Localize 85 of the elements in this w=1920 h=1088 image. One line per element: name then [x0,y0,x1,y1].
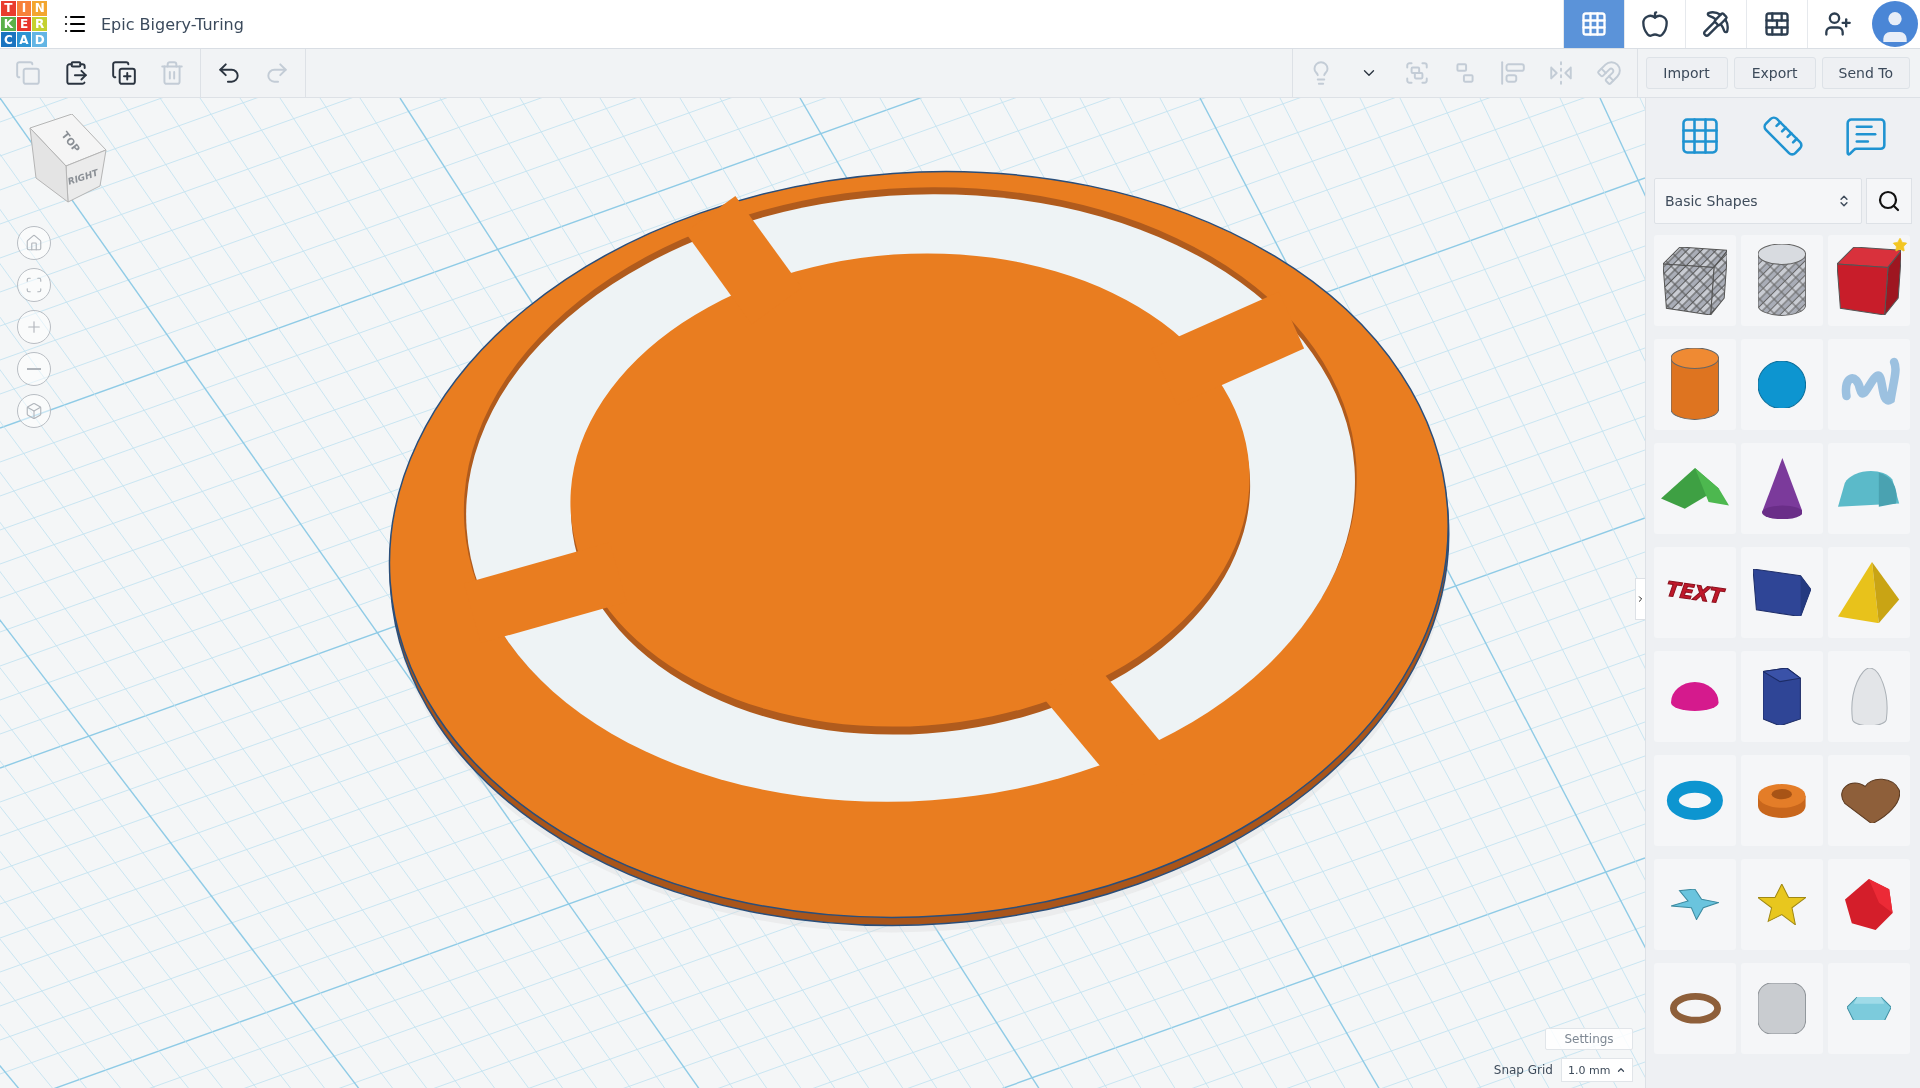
zoom-in-button[interactable] [17,310,51,344]
shape-tile[interactable] [1741,235,1823,326]
shape-tile[interactable] [1654,443,1736,534]
grid-icon [1580,10,1608,38]
shape-tile[interactable] [1654,755,1736,846]
shape-tile[interactable] [1741,547,1823,638]
shape-tile[interactable] [1828,651,1910,742]
hexagonal-prism-icon [1763,667,1801,726]
search-icon [1877,189,1901,213]
ruler-icon [1761,114,1805,158]
prism-icon [1753,568,1811,617]
undo-icon [216,60,242,86]
group-icon [1403,60,1430,86]
add-user-icon [1824,10,1852,38]
shape-tile[interactable] [1828,547,1910,638]
align-icon [1499,60,1526,86]
torus-icon [1666,780,1724,821]
collapse-panel-button[interactable] [1635,578,1645,620]
shape-tile[interactable] [1654,859,1736,950]
text-shape-icon: TEXT [1654,568,1736,617]
tube-icon [1758,783,1806,818]
trash-icon [159,60,185,86]
hole-box-icon [1662,246,1728,315]
cube-icon [1836,246,1902,315]
magnet-icon [1595,60,1622,86]
search-button[interactable] [1866,178,1912,224]
shape-tile[interactable] [1741,755,1823,846]
chevron-icon [1636,593,1645,605]
star-icon [1671,889,1719,920]
home-view-button[interactable] [17,226,51,260]
icosahedron-icon [1845,879,1893,930]
cone-icon [1761,457,1803,520]
gem-icon [1846,996,1892,1021]
shape-tile[interactable] [1741,651,1823,742]
home-icon [25,234,43,252]
shape-tile[interactable] [1828,859,1910,950]
fit-view-icon [25,276,43,294]
mirror-icon [1547,60,1574,86]
pyramid-icon [1838,561,1900,624]
copy-icon [15,60,41,86]
shape-tile[interactable] [1654,339,1736,430]
caret-icon [1616,1065,1626,1075]
shape-tile[interactable] [1741,963,1823,1054]
paraboloid-icon [1848,667,1890,726]
snap-grid-label: Snap Grid [1493,1063,1553,1077]
brick-icon [1763,10,1791,38]
shape-tile[interactable] [1828,755,1910,846]
shape-tile[interactable]: TEXT [1654,547,1736,638]
hole-cylinder-icon [1758,243,1806,318]
shape-tile[interactable] [1828,235,1910,326]
shape-tile[interactable] [1654,963,1736,1054]
library-select[interactable]: Basic Shapes [1654,178,1862,224]
cylinder-icon [1671,347,1719,422]
snap-grid-select[interactable]: 1.0 mm [1561,1058,1633,1082]
settings-button[interactable]: Settings [1545,1028,1633,1050]
perspective-button[interactable] [17,394,51,428]
ring-icon [1669,993,1721,1024]
shape-tile[interactable] [1741,443,1823,534]
shape-tile[interactable] [1828,963,1910,1054]
redo-icon [264,60,290,86]
zoom-in-icon [25,318,43,336]
action-button[interactable]: Export [1733,57,1816,89]
action-button[interactable]: Send To [1821,57,1910,89]
paste-icon [63,60,89,86]
shape-tile[interactable] [1654,235,1736,326]
zoom-out-button[interactable] [17,352,51,386]
cube-icon [25,402,43,420]
pickaxe-icon [1702,10,1730,38]
avatar[interactable] [1872,1,1918,47]
fit-view-button[interactable] [17,268,51,302]
design-title: Epic Bigery-Turing [101,14,244,34]
logo[interactable]: T I N K E R C A D [1,1,47,47]
rounded-cube-icon [1758,983,1806,1034]
shape-tile[interactable] [1741,859,1823,950]
shape-tile[interactable] [1828,339,1910,430]
shape-tile[interactable] [1654,651,1736,742]
star-icon [1892,237,1908,253]
updown-icon [1837,194,1851,208]
roof-icon [1661,468,1729,509]
shape-tile[interactable] [1741,339,1823,430]
star-prism-icon [1758,884,1806,925]
duplicate-icon [111,60,137,86]
shape-tile[interactable] [1828,443,1910,534]
apple-icon [1641,10,1669,38]
action-button[interactable]: Import [1645,57,1728,89]
